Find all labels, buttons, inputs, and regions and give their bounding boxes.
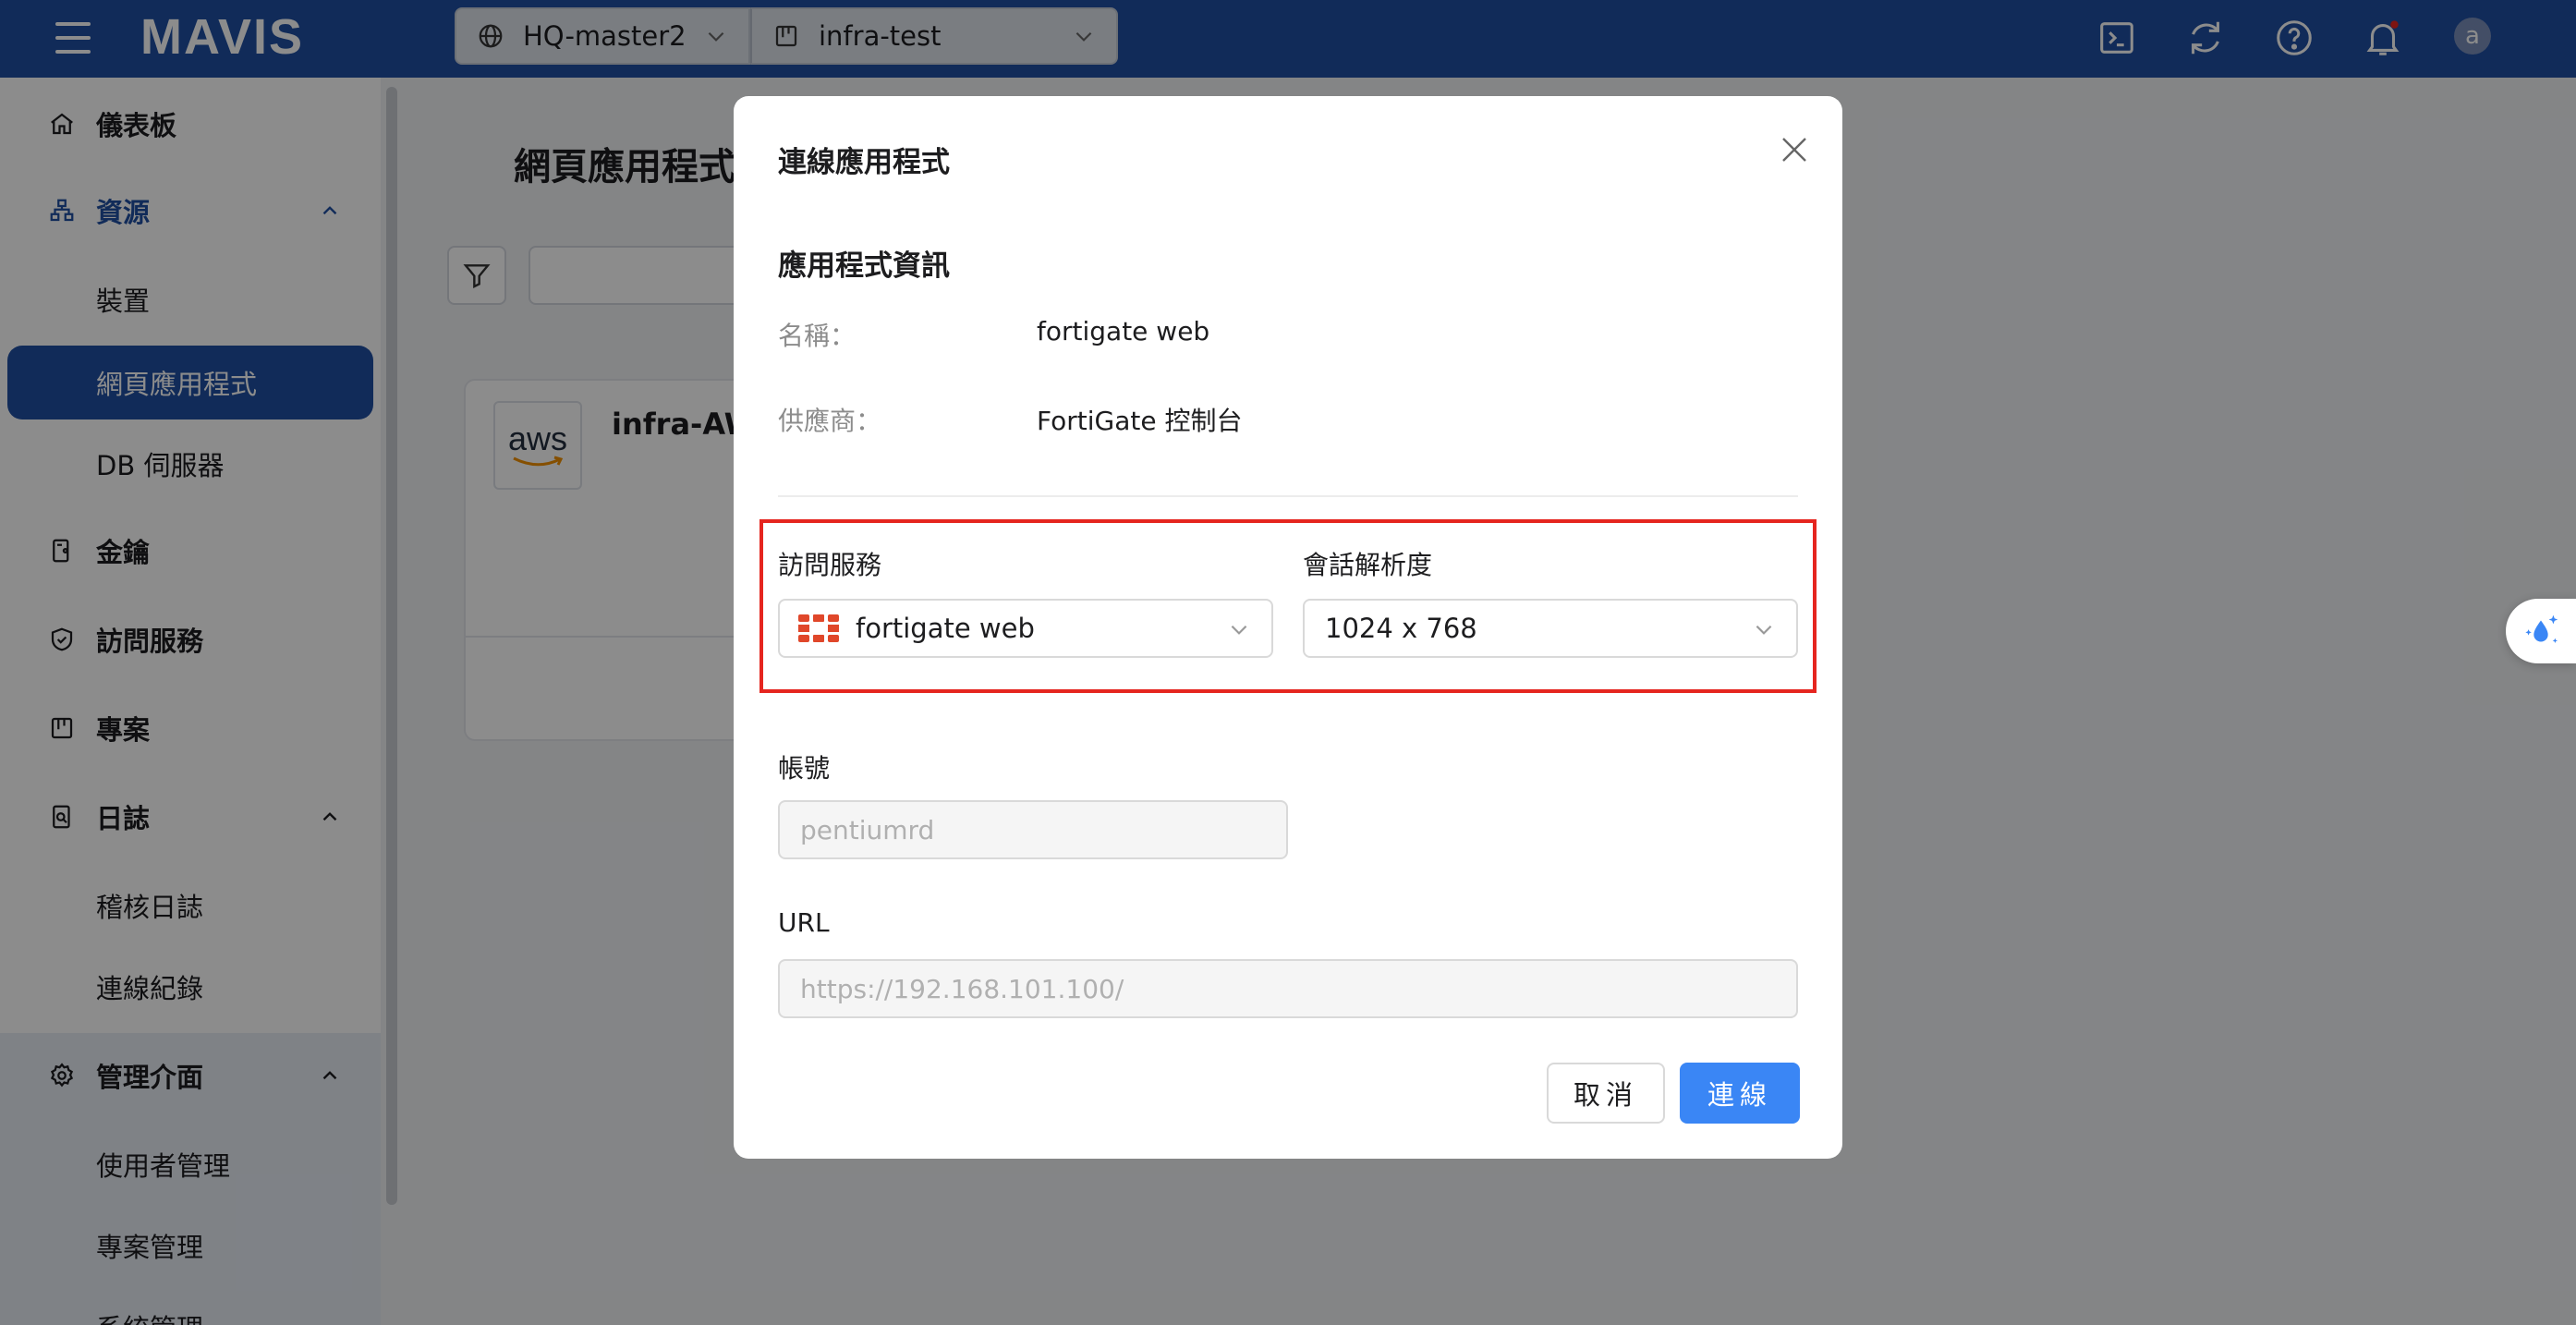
url-label: URL <box>778 907 830 938</box>
connect-app-modal: 連線應用程式 應用程式資訊 名稱： fortigate web 供應商： For… <box>734 96 1842 1159</box>
divider <box>778 495 1798 497</box>
floating-assistant-button[interactable] <box>2506 599 2576 663</box>
chevron-down-icon <box>1756 625 1772 635</box>
connect-button[interactable]: 連線 <box>1680 1063 1800 1124</box>
resolution-value: 1024 x 768 <box>1325 613 1477 644</box>
name-value: fortigate web <box>1037 316 1210 346</box>
name-label: 名稱： <box>778 321 857 351</box>
account-label: 帳號 <box>778 753 831 784</box>
close-icon[interactable] <box>1778 133 1811 166</box>
access-service-label: 訪問服務 <box>778 550 882 580</box>
cancel-button[interactable]: 取消 <box>1547 1063 1665 1124</box>
provider-value: FortiGate 控制台 <box>1037 406 1243 436</box>
access-service-select[interactable]: fortigate web <box>778 599 1273 658</box>
account-field[interactable]: pentiumrd <box>778 800 1288 859</box>
resolution-label: 會話解析度 <box>1303 550 1433 580</box>
modal-title: 連線應用程式 <box>778 146 950 179</box>
fortinet-icon <box>798 614 839 642</box>
resolution-select[interactable]: 1024 x 768 <box>1303 599 1798 658</box>
url-field[interactable]: https://192.168.101.100/ <box>778 959 1798 1018</box>
access-service-value: fortigate web <box>856 613 1035 644</box>
provider-label: 供應商： <box>778 406 882 436</box>
section-title: 應用程式資訊 <box>778 249 950 283</box>
chevron-down-icon <box>1231 625 1247 635</box>
water-drop-sparkle-icon <box>2525 614 2558 644</box>
